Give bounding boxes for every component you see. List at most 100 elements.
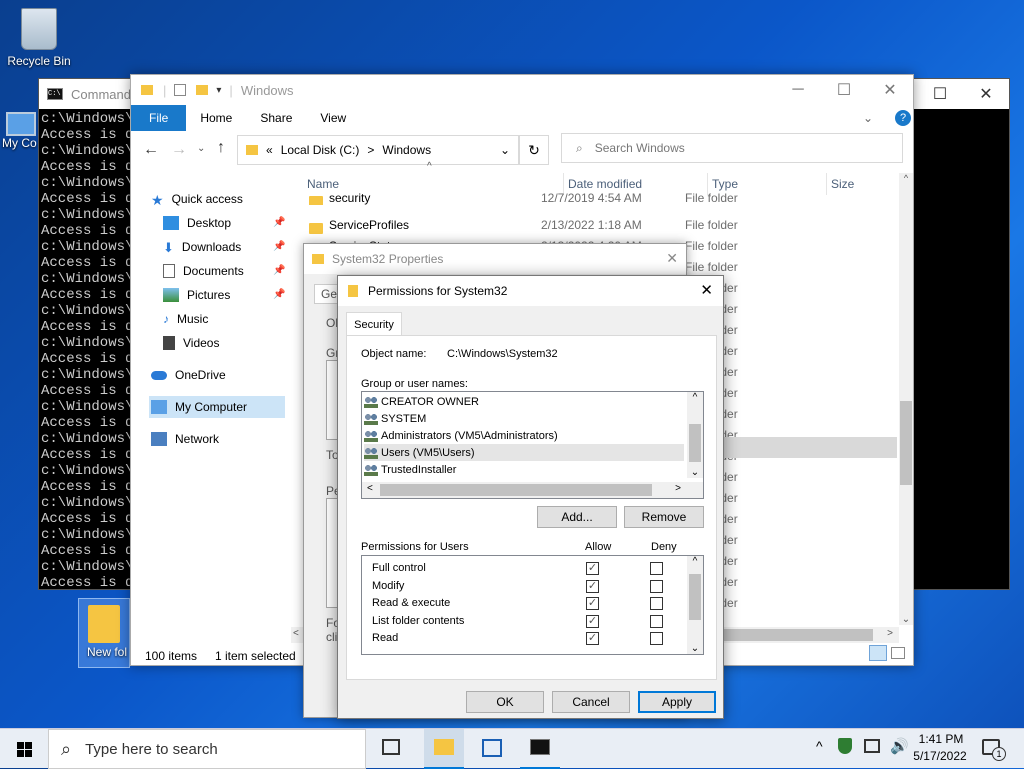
permissions-dialog[interactable]: Permissions for System32 ✕ Security Obje… bbox=[337, 275, 724, 719]
address-folder[interactable]: Windows bbox=[382, 143, 431, 157]
scroll-left-icon[interactable]: < bbox=[293, 628, 299, 639]
details-view-icon[interactable] bbox=[869, 645, 887, 661]
file-tab[interactable]: File bbox=[131, 105, 187, 131]
volume-icon[interactable]: 🔊 bbox=[890, 737, 909, 755]
allow-checkbox[interactable]: ✓ bbox=[586, 562, 599, 575]
recycle-bin-icon[interactable]: Recycle Bin bbox=[4, 8, 74, 68]
allow-checkbox[interactable]: ✓ bbox=[586, 597, 599, 611]
clock-date[interactable]: 5/17/2022 bbox=[910, 749, 970, 763]
properties-quick-icon[interactable] bbox=[174, 84, 187, 96]
column-size[interactable]: Size bbox=[831, 177, 854, 191]
address-overflow[interactable]: « bbox=[266, 143, 273, 157]
cmd-close-button[interactable]: ✕ bbox=[963, 79, 1009, 109]
scroll-down-icon[interactable]: ⌄ bbox=[687, 643, 703, 654]
collapse-ribbon-icon[interactable]: ⌄ bbox=[849, 105, 887, 131]
perm-list-vscrollbar[interactable]: ^ ⌄ bbox=[687, 556, 703, 654]
group-item[interactable]: Users (VM5\Users) bbox=[364, 444, 684, 461]
nav-documents[interactable]: Documents bbox=[163, 260, 244, 282]
deny-checkbox[interactable] bbox=[650, 579, 663, 593]
group-listbox[interactable]: TrustedInstaller Users (VM5\Users) Adminis… bbox=[361, 391, 704, 499]
customize-toolbar-icon[interactable]: ▾ bbox=[216, 85, 221, 96]
file-row[interactable]: security 12/7/2019 4:54 AM File folder bbox=[301, 193, 901, 205]
group-item[interactable]: SYSTEM bbox=[364, 410, 684, 427]
permissions-titlebar[interactable]: Permissions for System32 ✕ bbox=[338, 276, 723, 306]
group-item[interactable]: Administrators (VM5\Administrators) bbox=[364, 427, 684, 444]
ok-button[interactable]: OK bbox=[466, 691, 544, 713]
network-icon[interactable] bbox=[864, 739, 880, 753]
add-button[interactable]: Add... bbox=[537, 506, 617, 528]
address-disk[interactable]: Local Disk (C:) bbox=[281, 143, 360, 157]
address-dropdown-icon[interactable]: ⌄ bbox=[500, 143, 510, 157]
address-bar[interactable]: « Local Disk (C:) > Windows ⌄ bbox=[237, 135, 519, 165]
allow-checkbox[interactable]: ✓ bbox=[586, 632, 599, 646]
column-date[interactable]: Date modified bbox=[568, 177, 642, 191]
scroll-thumb[interactable] bbox=[689, 424, 701, 462]
scroll-right-icon[interactable]: > bbox=[675, 483, 681, 494]
column-type[interactable]: Type bbox=[712, 177, 738, 191]
column-name[interactable]: Name bbox=[307, 177, 339, 191]
file-row[interactable]: ServiceProfiles 2/13/2022 1:18 AM File fol… bbox=[301, 214, 901, 235]
start-button[interactable] bbox=[0, 729, 48, 769]
view-tab[interactable]: View bbox=[306, 105, 360, 131]
scroll-up-icon[interactable]: ^ bbox=[899, 173, 913, 183]
shield-icon[interactable] bbox=[838, 738, 852, 754]
scroll-thumb[interactable] bbox=[900, 401, 912, 485]
scroll-right-icon[interactable]: > bbox=[887, 628, 893, 639]
allow-checkbox[interactable]: ✓ bbox=[586, 579, 599, 593]
nav-music[interactable]: ♪ Music bbox=[163, 308, 208, 330]
h-scroll-thumb[interactable] bbox=[719, 629, 873, 641]
maximize-button[interactable]: ☐ bbox=[821, 75, 867, 105]
scroll-down-icon[interactable]: ⌄ bbox=[687, 467, 703, 478]
refresh-button[interactable]: ↻ bbox=[519, 135, 549, 165]
cmd-maximize-button[interactable]: ☐ bbox=[917, 79, 963, 109]
cmd-taskbar-icon[interactable] bbox=[520, 729, 560, 769]
apply-button[interactable]: Apply bbox=[638, 691, 716, 713]
scroll-left-icon[interactable]: < bbox=[367, 483, 373, 494]
home-tab[interactable]: Home bbox=[186, 105, 246, 131]
group-list-hscrollbar[interactable]: < > bbox=[362, 482, 703, 498]
scroll-up-icon[interactable]: ^ bbox=[687, 556, 703, 567]
h-scroll-thumb[interactable] bbox=[380, 484, 652, 496]
explorer-titlebar[interactable]: | ▾ | Windows ─ ☐ ✕ bbox=[131, 75, 913, 105]
large-icons-view-icon[interactable] bbox=[891, 647, 905, 659]
deny-checkbox[interactable] bbox=[650, 632, 663, 646]
scroll-up-icon[interactable]: ^ bbox=[687, 392, 703, 403]
scroll-down-icon[interactable]: ⌄ bbox=[899, 614, 913, 625]
nav-videos[interactable]: Videos bbox=[163, 332, 219, 354]
remove-button[interactable]: Remove bbox=[624, 506, 704, 528]
nav-onedrive[interactable]: OneDrive bbox=[151, 364, 226, 386]
properties-titlebar[interactable]: System32 Properties ✕ bbox=[304, 244, 686, 274]
group-item[interactable]: CREATOR OWNER bbox=[364, 393, 684, 410]
up-icon[interactable]: ↑ bbox=[217, 139, 225, 157]
scroll-thumb[interactable] bbox=[689, 574, 701, 620]
clock-time[interactable]: 1:41 PM bbox=[916, 732, 966, 746]
back-icon[interactable]: ← bbox=[143, 141, 159, 159]
properties-close-icon[interactable]: ✕ bbox=[666, 250, 678, 267]
explorer-taskbar-icon[interactable] bbox=[424, 729, 464, 769]
search-input[interactable]: Search Windows bbox=[595, 141, 685, 155]
nav-quick-access[interactable]: ★ Quick access bbox=[151, 188, 243, 210]
taskbar-search-box[interactable]: ⌕ Type here to search bbox=[48, 729, 366, 769]
group-item[interactable]: TrustedInstaller bbox=[364, 461, 684, 478]
server-manager-taskbar-icon[interactable] bbox=[482, 739, 502, 757]
share-tab[interactable]: Share bbox=[246, 105, 306, 131]
permissions-listbox[interactable]: Read ✓ List folder contents ✓ Read & execute… bbox=[361, 555, 704, 655]
deny-checkbox[interactable] bbox=[650, 614, 663, 628]
recent-locations-icon[interactable]: ⌄ bbox=[197, 143, 205, 154]
vertical-scrollbar[interactable]: ^ ⌄ bbox=[899, 173, 913, 625]
deny-checkbox[interactable] bbox=[650, 597, 663, 611]
nav-pictures[interactable]: Pictures bbox=[163, 284, 230, 306]
show-hidden-icons-icon[interactable]: ^ bbox=[816, 738, 823, 754]
search-box[interactable]: ⌕ Search Windows bbox=[561, 133, 903, 163]
address-separator[interactable]: > bbox=[367, 143, 374, 157]
security-tab[interactable]: Security bbox=[346, 312, 402, 336]
minimize-button[interactable]: ─ bbox=[775, 75, 821, 105]
selected-row-highlight[interactable] bbox=[721, 437, 897, 458]
my-computer-desktop-icon[interactable]: My Co bbox=[0, 112, 40, 150]
task-view-icon[interactable] bbox=[382, 739, 400, 755]
nav-downloads[interactable]: ⬇ Downloads bbox=[163, 236, 241, 258]
new-folder-quick-icon[interactable] bbox=[196, 85, 209, 95]
close-button[interactable]: ✕ bbox=[867, 75, 913, 105]
group-list-vscrollbar[interactable]: ^ ⌄ bbox=[687, 392, 703, 478]
close-icon[interactable]: ✕ bbox=[700, 281, 713, 299]
